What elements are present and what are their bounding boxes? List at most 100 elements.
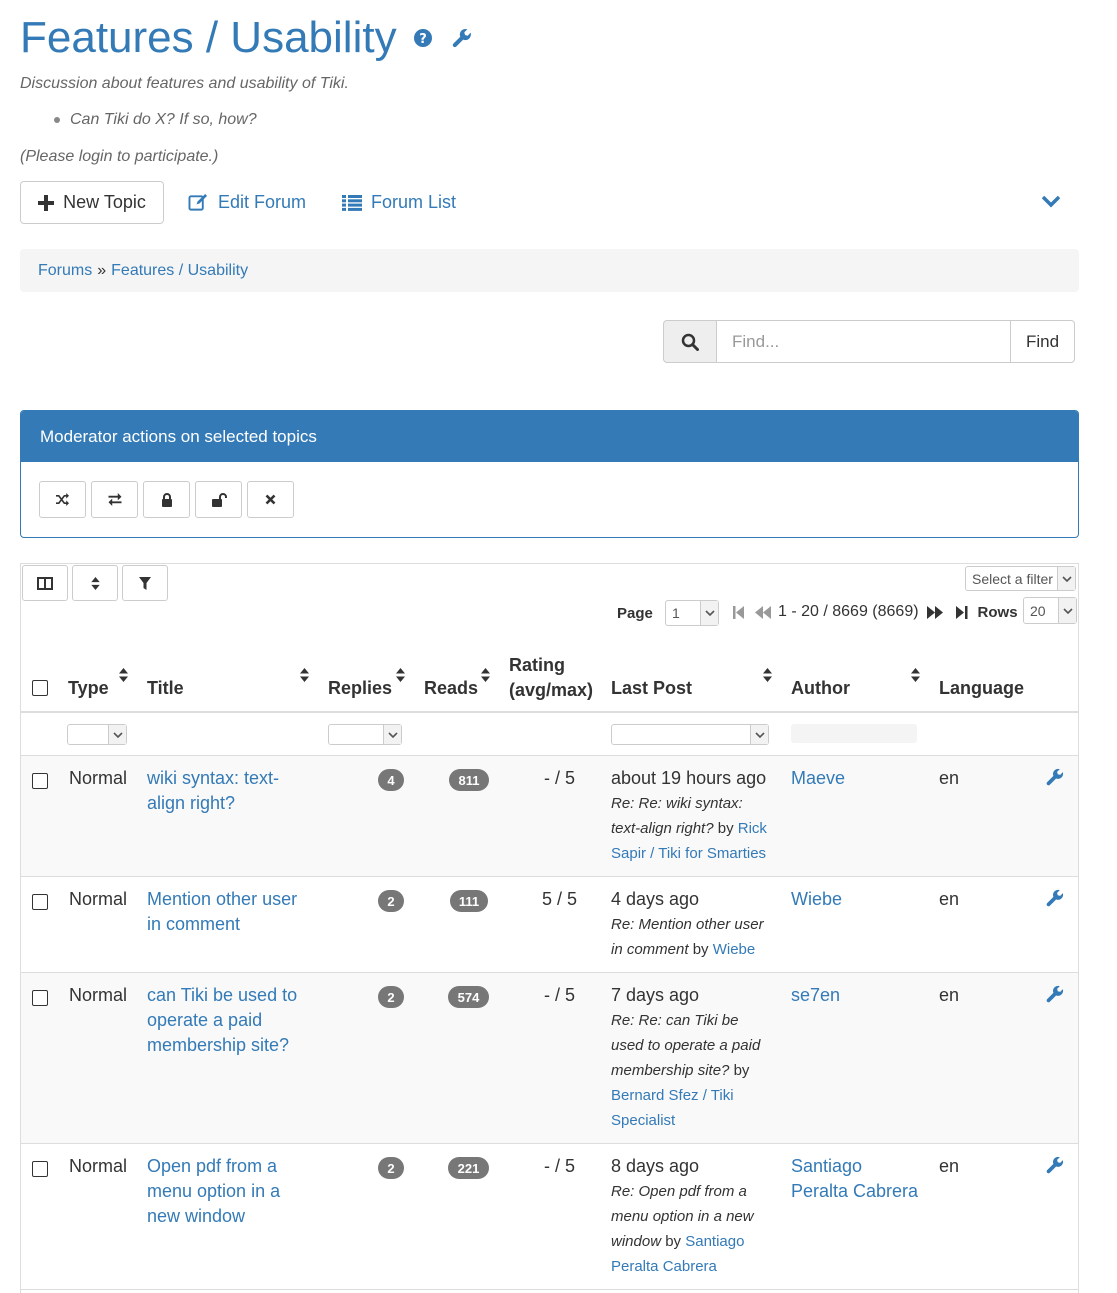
author-link[interactable]: Santiago Peralta Cabrera [791, 1154, 918, 1204]
help-icon[interactable]: ? [413, 28, 433, 48]
row-checkbox[interactable] [32, 894, 48, 910]
by-word: by [733, 1062, 750, 1079]
wrench-icon[interactable] [1045, 1155, 1065, 1175]
topic-title-link[interactable]: Mention other user in comment [147, 887, 297, 937]
filter-select[interactable]: Select a filter [965, 566, 1076, 591]
replies-badge: 4 [378, 769, 404, 791]
replies-filter-select[interactable] [328, 724, 402, 745]
author-link[interactable]: Wiebe [791, 887, 842, 912]
sort-icon[interactable] [763, 668, 772, 682]
chevron-down-icon [1058, 598, 1076, 623]
page-select[interactable]: 1 [665, 600, 719, 626]
topic-title-link[interactable]: wiki syntax: text- align right? [147, 766, 279, 816]
chevron-down-icon[interactable] [1041, 193, 1061, 213]
last-post-author-link[interactable]: Specialist [611, 1112, 675, 1129]
svg-text:?: ? [419, 32, 427, 47]
plus-icon [38, 194, 55, 211]
author-filter-input[interactable] [791, 724, 917, 743]
last-post-time: 8 days ago [611, 1156, 700, 1176]
breadcrumb: Forums » Features / Usability [20, 249, 1079, 292]
topic-rating: 5 / 5 [542, 889, 578, 909]
sort-icon[interactable] [396, 668, 405, 682]
column-header-author[interactable]: Author [791, 678, 850, 699]
pager-controls: 1 - 20 / 8669 (8669) Rows [733, 602, 1018, 622]
column-header-reads[interactable]: Reads [424, 678, 478, 699]
column-header-rating[interactable]: Rating (avg/max) [509, 653, 593, 703]
column-header-last-post[interactable]: Last Post [611, 678, 692, 699]
last-page-icon[interactable] [955, 605, 968, 619]
select-all-checkbox[interactable] [32, 680, 48, 696]
edit-forum-link[interactable]: Edit Forum [188, 181, 306, 224]
column-header-title[interactable]: Title [147, 678, 184, 699]
description-bullet: Can Tiki do X? If so, how? [54, 111, 257, 129]
author-link[interactable]: Maeve [791, 766, 845, 791]
type-filter-select[interactable] [67, 724, 127, 745]
column-toggle-button[interactable] [22, 565, 68, 601]
rows-select[interactable]: 20 [1023, 597, 1077, 624]
last-post-author-link[interactable]: Santiago [685, 1233, 744, 1250]
title-line: membership site? [147, 1035, 290, 1055]
previous-page-icon[interactable] [755, 605, 772, 619]
last-post-line: window [611, 1233, 662, 1250]
last-post-line: Re: Mention other user [611, 916, 764, 933]
last-post-line: used to operate a paid [611, 1037, 761, 1054]
breadcrumb-current[interactable]: Features / Usability [111, 262, 248, 280]
column-header-replies[interactable]: Replies [328, 678, 392, 699]
last-post-detail: Re: Re: wiki syntax: text-align right? b… [611, 791, 767, 866]
new-topic-button[interactable]: New Topic [20, 181, 164, 224]
last-post-time: 4 days ago [611, 889, 700, 909]
sort-button[interactable] [72, 565, 118, 601]
find-button[interactable]: Find [1010, 320, 1075, 363]
lock-icon [161, 492, 172, 507]
last-post-detail: Re: Mention other user in comment by Wie… [611, 912, 764, 962]
replies-badge: 2 [378, 986, 404, 1008]
wrench-icon[interactable] [1045, 888, 1065, 908]
last-post-detail: Re: Open pdf from a menu option in a new… [611, 1179, 754, 1279]
wrench-icon[interactable] [451, 27, 473, 49]
row-checkbox[interactable] [32, 990, 48, 1006]
row-divider [21, 1289, 1078, 1290]
rows-select-value: 20 [1030, 602, 1046, 619]
sort-icon[interactable] [911, 668, 920, 682]
delete-topics-button[interactable] [247, 481, 294, 518]
sort-icon[interactable] [300, 668, 309, 682]
row-checkbox[interactable] [32, 773, 48, 789]
breadcrumb-forums[interactable]: Forums [38, 262, 92, 280]
last-post-author-link[interactable]: Wiebe [713, 941, 756, 958]
topic-title-link[interactable]: can Tiki be used to operate a paid membe… [147, 983, 297, 1058]
wrench-icon[interactable] [1045, 984, 1065, 1004]
move-topics-button[interactable] [39, 481, 86, 518]
last-post-author-link[interactable]: Bernard Sfez / Tiki [611, 1087, 734, 1104]
lock-topics-button[interactable] [143, 481, 190, 518]
topic-type: Normal [69, 985, 128, 1005]
first-page-icon[interactable] [733, 605, 745, 619]
header-divider [21, 711, 1078, 713]
topic-language: en [939, 889, 960, 909]
pagination: Page [617, 600, 653, 626]
last-post-author-link[interactable]: Sapir / Tiki for Smarties [611, 845, 766, 862]
topic-type: Normal [69, 889, 128, 909]
last-post-author-link[interactable]: Peralta Cabrera [611, 1258, 717, 1275]
next-page-icon[interactable] [926, 605, 944, 619]
rating-header-line2: (avg/max) [509, 680, 594, 700]
unlock-topics-button[interactable] [195, 481, 242, 518]
row-checkbox[interactable] [32, 1161, 48, 1177]
sort-icon[interactable] [119, 668, 128, 682]
last-post-line: in comment [611, 941, 689, 958]
search-input[interactable] [717, 320, 1010, 363]
forum-list-link[interactable]: Forum List [342, 181, 456, 224]
title-line: new window [147, 1206, 246, 1226]
wrench-icon[interactable] [1045, 767, 1065, 787]
column-header-type[interactable]: Type [68, 678, 109, 699]
filter-button[interactable] [122, 565, 168, 601]
topic-title-link[interactable]: Open pdf from a menu option in a new win… [147, 1154, 280, 1229]
merge-topics-button[interactable] [91, 481, 138, 518]
by-word: by [665, 1233, 682, 1250]
close-icon [265, 494, 276, 505]
author-link[interactable]: se7en [791, 983, 840, 1008]
last-post-filter-select[interactable] [611, 724, 769, 745]
last-post-author-link[interactable]: Rick [738, 820, 767, 837]
sort-icon[interactable] [481, 668, 490, 682]
bullet-text: Can Tiki do X? If so, how? [70, 111, 257, 128]
table-row: Normal Open pdf from a menu option in a … [21, 1144, 1078, 1289]
